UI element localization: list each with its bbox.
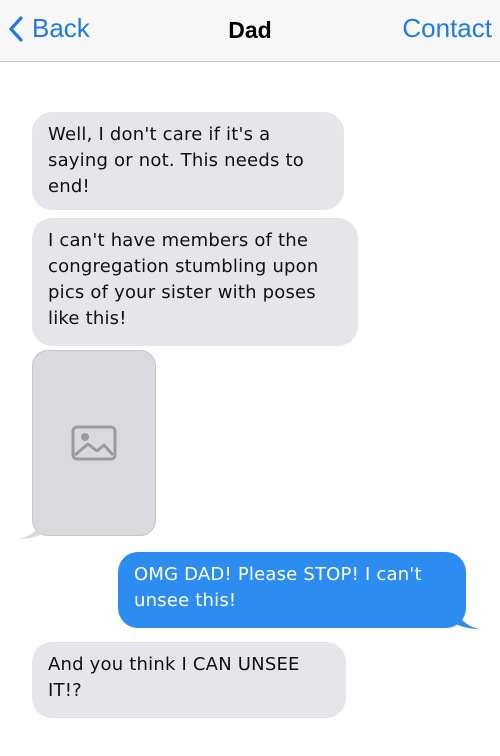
nav-bar: Back Dad Contact bbox=[0, 0, 500, 62]
contact-button[interactable]: Contact bbox=[402, 13, 492, 44]
message-thread: Well, I don't care if it's a saying or n… bbox=[0, 62, 500, 756]
chevron-left-icon bbox=[9, 15, 23, 42]
back-label: Back bbox=[32, 13, 90, 43]
message-text: OMG DAD! Please STOP! I can't unsee this… bbox=[134, 564, 422, 611]
photo-icon bbox=[71, 425, 117, 461]
image-attachment-placeholder[interactable] bbox=[32, 350, 156, 536]
message-bubble-incoming[interactable]: Well, I don't care if it's a saying or n… bbox=[32, 112, 344, 210]
back-button[interactable]: Back bbox=[8, 13, 90, 44]
bubble-tail bbox=[456, 610, 480, 629]
message-bubble-incoming[interactable]: I can't have members of the congregation… bbox=[32, 218, 358, 346]
message-text: And you think I CAN UNSEE IT!? bbox=[48, 654, 300, 701]
message-bubble-outgoing[interactable]: OMG DAD! Please STOP! I can't unsee this… bbox=[118, 552, 466, 628]
message-text: I can't have members of the congregation… bbox=[48, 230, 319, 329]
bubble-tail bbox=[18, 520, 42, 539]
message-bubble-incoming[interactable]: And you think I CAN UNSEE IT!? bbox=[32, 642, 346, 718]
message-text: Well, I don't care if it's a saying or n… bbox=[48, 124, 304, 197]
